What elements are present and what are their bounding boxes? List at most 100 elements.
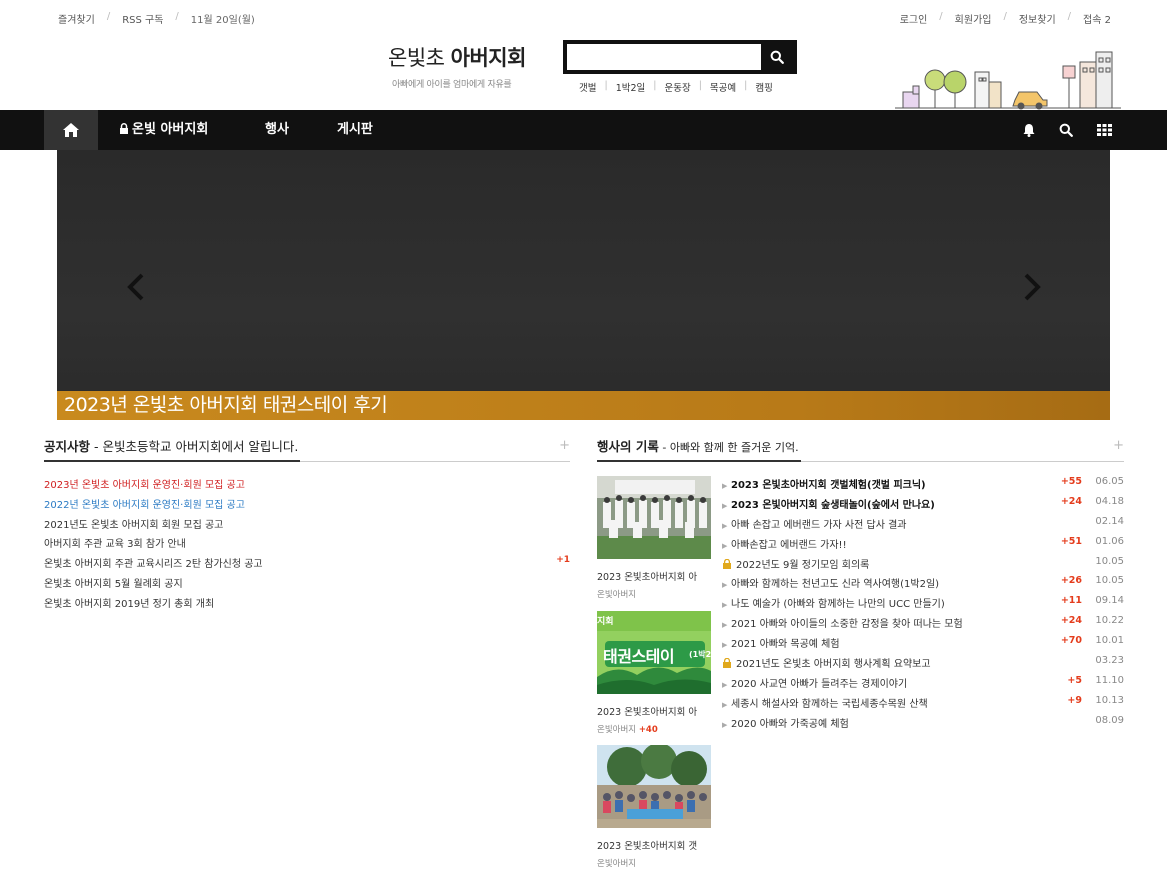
nav-item-events[interactable]: 행사 [265,110,289,150]
thumbnail-title: 2023 온빛초아버지회 아 [597,572,698,583]
event-item-title: 2020 아빠와 가죽공예 체험 [731,718,849,730]
notice-more-button[interactable]: + [559,438,570,453]
quicklink-overnight[interactable]: 1박2일 [616,80,646,94]
top-left-links: 즐겨찾기 / RSS 구독 / 11월 20일(월) [58,11,255,26]
list-item[interactable]: 2021년도 온빛초 아버지회 행사계획 요약보고 03.23 [722,655,1124,675]
visitor-count-link[interactable]: 접속 2 [1083,11,1111,26]
list-item[interactable]: ▶ 2021 아빠와 목공예 체험 +70 10.01 [722,635,1124,655]
separator: / [1067,11,1072,22]
events-more-button[interactable]: + [1113,438,1124,453]
events-list: ▶ 2023 온빛초아버지회 갯벌체험(갯벌 피크닉) +55 06.05 ▶ 2023… [722,476,1124,735]
find-account-link[interactable]: 정보찾기 [1019,11,1056,26]
event-item-title: 아빠 손잡고 에버랜드 가자 사전 답사 결과 [731,519,907,531]
notice-title[interactable]: 공지사항 - 온빛초등학교 아버지회에서 알립니다. [44,436,301,462]
list-item[interactable]: ▶ 2020 아빠와 가죽공예 체험 08.09 [722,715,1124,735]
bullet-icon: ▶ [722,641,728,650]
event-item-title: 아빠와 함께하는 천년고도 신라 역사여행(1박2일) [731,579,940,591]
quicklink-camping[interactable]: 캠핑 [755,80,772,94]
event-item-title: 2023 온빛아버지회 숲생태놀이(숲에서 만나요) [731,499,935,511]
rss-link[interactable]: RSS 구독 [122,11,163,26]
quicklink-woodcraft[interactable]: 목공예 [710,80,736,94]
list-item[interactable]: 2021년도 온빛초 아버지회 회원 모집 공고 [44,516,570,536]
list-item[interactable]: ▶ 나도 예술가 (아빠와 함께하는 나만의 UCC 만들기) +11 09.14 [722,595,1124,615]
menu-grid-button[interactable] [1089,110,1119,150]
nav-item-board[interactable]: 게시판 [337,110,373,150]
list-item[interactable]: ▶ 세종시 해설사와 함께하는 국립세종수목원 산책 +9 10.13 [722,695,1124,715]
nav-search-button[interactable] [1051,110,1081,150]
bullet-icon: ▶ [722,720,728,729]
thumbnail-image[interactable] [597,476,711,559]
separator: | [653,80,657,91]
chevron-right-icon[interactable] [1021,272,1043,302]
events-title[interactable]: 행사의 기록 - 아빠와 함께 한 즐거운 기억. [597,436,801,462]
comment-count: +40 [638,725,658,735]
top-right-links: 로그인 / 회원가입 / 정보찾기 / 접속 2 [900,11,1111,26]
search-input[interactable] [567,44,763,70]
banner-text: 태권스테이 [603,647,675,666]
comment-count: +70 [1060,635,1082,647]
quick-links: 갯벌 | 1박2일 | 운동장 | 목공예 | 캠핑 [579,80,773,94]
site-logo[interactable]: 온빛초 아버지회 [388,42,526,72]
comment-count: +1 [556,555,570,566]
list-item[interactable]: ▶ 아빠와 함께하는 천년고도 신라 역사여행(1박2일) +26 10.05 [722,575,1124,595]
grid-menu-icon [1096,124,1112,136]
thumbnail-image[interactable] [597,745,711,828]
list-item[interactable]: ▶ 2023 온빛아버지회 숲생태놀이(숲에서 만나요) +24 04.18 [722,496,1124,516]
event-item-date: 10.13 [1095,694,1124,706]
list-item[interactable]: 2022년도 9월 정기모임 회의록 10.05 [722,556,1124,576]
separator: / [175,11,179,22]
event-item-title: 2021 아빠와 목공예 체험 [731,639,840,651]
list-item[interactable]: ▶ 2023 온빛초아버지회 갯벌체험(갯벌 피크닉) +55 06.05 [722,476,1124,496]
login-link[interactable]: 로그인 [900,11,928,26]
list-item[interactable]: 온빛초 아버지회 5월 월례회 공지 [44,575,570,595]
event-item-date: 09.14 [1095,595,1124,607]
hero-slider[interactable]: 2023년 온빛초 아버지회 태권스테이 후기 [57,150,1110,420]
event-item-date: 11.10 [1095,674,1124,686]
quicklink-tidal-flat[interactable]: 갯벌 [579,80,596,94]
register-link[interactable]: 회원가입 [955,11,992,26]
slider-caption[interactable]: 2023년 온빛초 아버지회 태권스테이 후기 [57,391,1110,420]
comment-count: +55 [1060,476,1082,487]
events-header: 행사의 기록 - 아빠와 함께 한 즐거운 기억. + [597,436,1124,462]
list-item[interactable]: 2023년 온빛초 아버지회 운영진·회원 모집 공고 [44,476,570,496]
thumbnail-card[interactable]: 지회 태권스테이 (1박2 2023 온빛초아버지회 아 온빛아버지 +40 [597,611,711,735]
group-photo-image [597,476,711,559]
list-item[interactable]: 온빛초 아버지회 주관 교육시리즈 2탄 참가신청 공고 +1 [44,555,570,575]
comment-count: +51 [1060,535,1082,547]
event-item-title: 2023 온빛초아버지회 갯벌체험(갯벌 피크닉) [731,480,926,491]
nav-item-association[interactable]: 온빛 아버지회 [119,110,208,150]
search-button[interactable] [761,44,793,70]
notice-item-title: 2023년 온빛초 아버지회 운영진·회원 모집 공고 [44,480,245,491]
thumbnail-image[interactable]: 지회 태권스테이 (1박2 [597,611,711,694]
event-item-date: 10.22 [1095,615,1124,627]
list-item[interactable]: 아버지회 주관 교육 3회 참가 안내 [44,535,570,555]
list-item[interactable]: 온빛초 아버지회 2019년 정기 총회 개최 [44,595,570,615]
thumbnail-card[interactable]: 2023 온빛초아버지회 갯 온빛아버지 [597,745,711,869]
notification-button[interactable] [1014,110,1044,150]
lock-icon [723,658,731,669]
thumbnail-title: 2023 온빛초아버지회 아 [597,707,698,718]
notice-item-title: 온빛초 아버지회 주관 교육시리즈 2탄 참가신청 공고 [44,559,263,571]
event-item-date: 10.05 [1095,555,1124,567]
quicklink-playground[interactable]: 운동장 [664,80,690,94]
event-item-date: 06.05 [1095,476,1124,487]
home-button[interactable] [44,110,98,150]
list-item[interactable]: ▶ 2020 사교연 아빠가 들려주는 경제이야기 +5 11.10 [722,675,1124,695]
list-item[interactable]: 2022년 온빛초 아버지회 운영진·회원 모집 공고 [44,496,570,516]
thumbnail-card[interactable]: 2023 온빛초아버지회 아 온빛아버지 [597,476,711,600]
bullet-icon: ▶ [722,501,728,510]
lock-icon [723,558,731,569]
chevron-left-icon[interactable] [125,272,147,302]
list-item[interactable]: ▶ 아빠 손잡고 에버랜드 가자 사전 답사 결과 02.14 [722,516,1124,536]
list-item[interactable]: ▶ 2021 아빠와 아이들의 소중한 감정을 찾아 떠나는 모험 +24 10.22 [722,615,1124,635]
separator: | [744,80,748,91]
bullet-icon: ▶ [722,601,728,610]
separator: / [1003,11,1007,22]
notice-header: 공지사항 - 온빛초등학교 아버지회에서 알립니다. + [44,436,570,462]
separator: / [939,11,943,22]
list-item[interactable]: ▶ 아빠손잡고 에버랜드 가자!! +51 01.06 [722,536,1124,556]
site-slogan: 아빠에게 아이를 엄마에게 자유를 [392,80,512,90]
bookmark-link[interactable]: 즐겨찾기 [58,11,95,26]
author-name: 온빛아버지 [597,590,637,600]
event-item-date: 08.09 [1095,714,1124,726]
